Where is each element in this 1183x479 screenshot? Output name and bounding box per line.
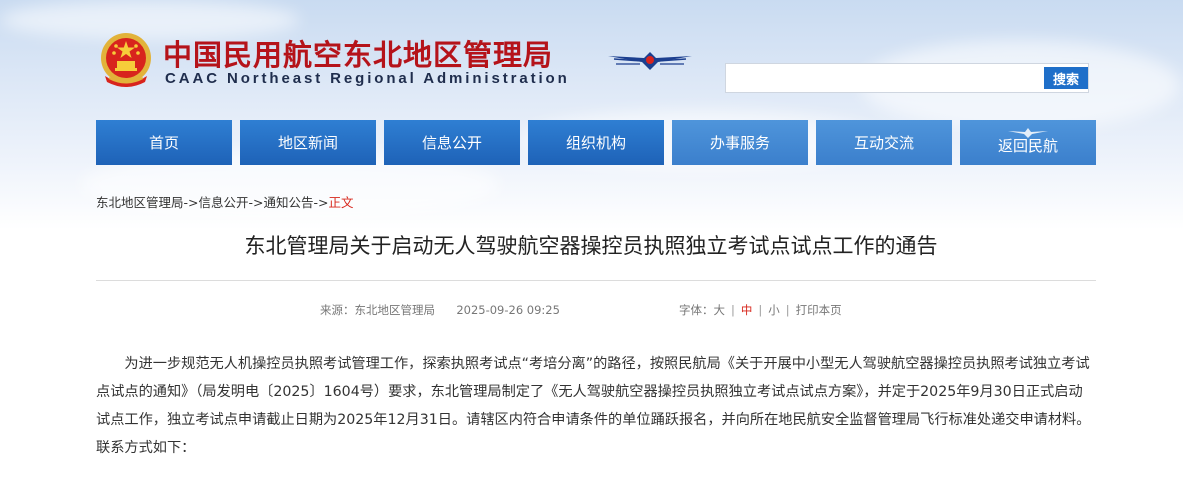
font-size-small[interactable]: 小 [768,303,780,317]
nav-item-label: 办事服务 [709,134,770,152]
nav-item-regional-news[interactable]: 地区新闻 [240,120,376,165]
breadcrumb-item[interactable]: 东北地区管理局 [96,195,184,210]
national-emblem-icon [101,33,151,87]
breadcrumb: 东北地区管理局->信息公开->通知公告->正文 [96,192,354,211]
source-value: 东北地区管理局 [354,303,436,317]
breadcrumb-current: 正文 [328,195,354,210]
font-size-label: 字体： [679,303,714,317]
search-input[interactable] [726,64,1040,92]
nav-item-label: 组织机构 [565,134,626,152]
search-box: 搜索 [725,63,1089,93]
search-button[interactable]: 搜索 [1044,67,1088,89]
font-size-large[interactable]: 大 [714,303,726,317]
source-label: 来源： [320,303,355,317]
breadcrumb-separator: -> [183,195,199,210]
nav-item-label: 返回民航 [997,137,1058,155]
breadcrumb-item[interactable]: 信息公开 [199,195,249,210]
font-size-separator: | [785,303,790,317]
nav-item-label: 地区新闻 [277,134,338,152]
nav-item-home[interactable]: 首页 [96,120,232,165]
nav-item-services[interactable]: 办事服务 [672,120,808,165]
nav-item-interaction[interactable]: 互动交流 [816,120,952,165]
article-meta: 来源：东北地区管理局 2025-09-26 09:25 [320,302,560,318]
breadcrumb-item[interactable]: 通知公告 [264,195,314,210]
font-size-separator: | [731,303,735,317]
nav-item-label: 首页 [148,134,179,152]
title-divider [96,280,1096,281]
publish-date: 2025-09-26 09:25 [456,303,560,317]
caac-wings-logo-icon [608,52,692,70]
article-title: 东北管理局关于启动无人驾驶航空器操控员执照独立考试点试点工作的通告 [244,234,938,258]
breadcrumb-separator: -> [313,195,329,210]
print-page-link[interactable]: 打印本页 [796,303,842,317]
nav-item-label: 互动交流 [853,134,914,152]
site-subtitle: CAAC Northeast Regional Administration [165,70,570,87]
breadcrumb-separator: -> [248,195,264,210]
nav-item-label: 信息公开 [421,134,482,152]
article-body: 为进一步规范无人机操控员执照考试管理工作，探索执照考试点“考培分离”的路径，按照… [96,356,1091,456]
nav-item-organization[interactable]: 组织机构 [528,120,664,165]
nav-item-info-disclosure[interactable]: 信息公开 [384,120,520,165]
font-size-controls: 字体：大 | 中 | 小 | 打印本页 [679,302,842,318]
site-title: 中国民用航空东北地区管理局 [163,38,554,72]
font-size-medium[interactable]: 中 [741,303,753,317]
font-size-separator: | [758,303,763,317]
nav-item-return-caac[interactable]: 返回民航 [960,120,1096,165]
